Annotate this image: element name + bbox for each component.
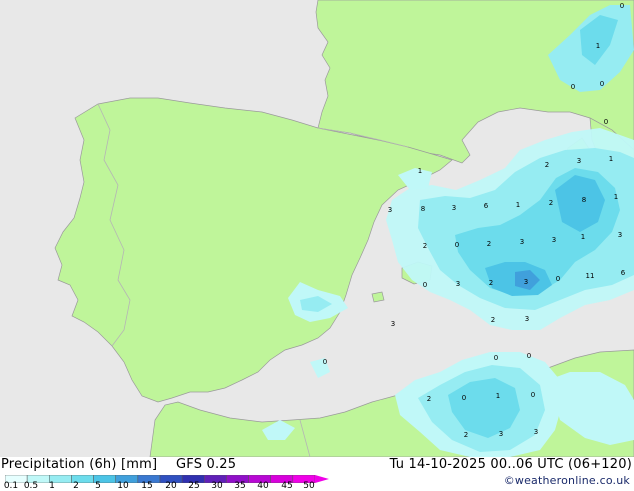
precip-value-label: 3 <box>534 428 538 436</box>
legend-footer: Precipitation (6h) [mm] GFS 0.25 Tu 14-1… <box>0 457 634 491</box>
precip-value-label: 6 <box>484 202 489 210</box>
precip-value-label: 2 <box>487 240 491 248</box>
precip-value-label: 0 <box>600 80 604 88</box>
precip-value-label: 3 <box>456 280 460 288</box>
precip-value-label: 2 <box>464 431 468 439</box>
precip-value-label: 1 <box>609 155 613 163</box>
precip-value-label: 0 <box>604 118 608 126</box>
precip-value-label: 3 <box>525 315 529 323</box>
precip-value-label: 3 <box>499 430 503 438</box>
precip-value-label: 1 <box>596 42 600 50</box>
precip-value-label: 1 <box>516 201 520 209</box>
precip-value-label: 0 <box>494 354 498 362</box>
precip-value-label: 3 <box>618 231 622 239</box>
precip-value-label: 2 <box>489 279 493 287</box>
precip-value-label: 1 <box>614 193 618 201</box>
precip-value-label: 0 <box>323 358 327 366</box>
precip-value-label: 0 <box>571 83 575 91</box>
precip-value-label: 2 <box>427 395 431 403</box>
precip-value-label: 3 <box>391 320 395 328</box>
precip-value-label: 8 <box>582 196 586 204</box>
precip-value-label: 0 <box>462 394 466 402</box>
map-canvas: 010 0012 3 13 8 3 6 1 2 8 12 0 2 3 330 3 2 3 0 11 63 2 30 0 02 0 1… <box>0 0 634 458</box>
precip-value-label: 6 <box>621 269 626 277</box>
precip-value-label: 0 <box>556 275 560 283</box>
precip-value-label: 0 <box>455 241 459 249</box>
precip-value-label: 2 <box>549 199 553 207</box>
precip-value-label: 11 <box>586 272 595 280</box>
precip-value-label: 1 <box>581 233 585 241</box>
precip-value-label: 0 <box>527 352 531 360</box>
precip-value-label: 0 <box>531 391 535 399</box>
model-name: GFS 0.25 <box>176 457 237 472</box>
land-ibiza <box>371 291 385 303</box>
precip-value-label: 8 <box>421 205 425 213</box>
precip-value-label: 3 <box>552 236 556 244</box>
precip-value-label: 1 <box>496 392 500 400</box>
precip-value-label: 3 <box>524 278 528 286</box>
precip-value-label: 3 <box>452 204 456 212</box>
precipitation-map: 0 1 0 0 0 1 2 3 1 3 8 3 6 1 2 8 1 2 0 2 3 3 3 0 3 2 3 0 11 6 3 2 3 0 0 0 2 0 1… <box>0 0 634 458</box>
precip-value-label: 1 <box>418 167 422 175</box>
precip-value-label: 0 <box>620 2 624 10</box>
precip-value-label: 3 <box>577 157 581 165</box>
precip-value-label: 0 <box>423 281 427 289</box>
precip-value-label: 3 <box>520 238 524 246</box>
precip-value-label: 2 <box>423 242 427 250</box>
valid-time: Tu 14-10-2025 00..06 UTC (06+120) <box>389 457 632 472</box>
precip-value-label: 3 <box>388 206 392 214</box>
credit-link[interactable]: ©weatheronline.co.uk <box>504 474 630 487</box>
legend-title: Precipitation (6h) [mm] <box>1 457 158 472</box>
precip-value-label: 2 <box>491 316 495 324</box>
precip-value-label: 2 <box>545 161 549 169</box>
